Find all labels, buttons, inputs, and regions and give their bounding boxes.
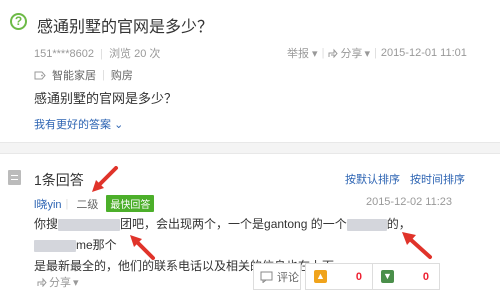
sort-default-link[interactable]: 按默认排序 (345, 171, 400, 187)
report-button[interactable]: 举报 ▾ (287, 45, 318, 61)
answer-username[interactable]: l晓yin (34, 196, 62, 212)
question-actions: 举报 ▾ | 分享 ▾ | 2015-12-01 11:01 (287, 45, 467, 61)
tag-smart-home[interactable]: 智能家居 (52, 67, 96, 83)
question-views: 浏览 20 次 (109, 48, 161, 60)
tag-row: 智能家居 | 购房 (34, 67, 133, 83)
redacted-block (58, 218, 121, 231)
answer-date: 2015-12-02 11:23 (365, 196, 452, 208)
share-button[interactable]: 分享 ▾ (328, 45, 370, 61)
downvote-button[interactable]: ▼ 0 (372, 263, 440, 290)
thumb-down-icon: ▼ (381, 270, 394, 283)
share-icon (328, 48, 339, 58)
upvote-count: 0 (355, 270, 362, 283)
tag-icon (34, 71, 46, 79)
red-arrow (402, 232, 432, 259)
chevron-down-icon: ⌄ (114, 119, 124, 131)
comment-button[interactable]: 评论 (253, 263, 301, 290)
downvote-count: 0 (422, 270, 429, 283)
sort-time-link[interactable]: 按时间排序 (410, 171, 465, 187)
user-level: 二级 (76, 198, 99, 211)
question-icon: ? (10, 13, 27, 30)
red-arrow (130, 235, 155, 260)
better-answer-link[interactable]: 我有更好的答案 ⌄ (34, 116, 123, 132)
share-icon (37, 277, 47, 287)
redacted-block (34, 239, 76, 252)
answer-user-row: l晓yin | 二级 最快回答 (34, 195, 155, 212)
upvote-button[interactable]: ▲ 0 (305, 263, 373, 290)
question-date: 2015-12-01 11:01 (380, 47, 467, 59)
question-title: 感通别墅的官网是多少？ (37, 19, 214, 36)
answer-share-button[interactable]: 分享 ▾ (37, 274, 79, 290)
fastest-answer-badge: 最快回答 (106, 195, 155, 212)
tag-house-buying[interactable]: 购房 (111, 67, 133, 83)
section-divider (0, 142, 500, 154)
question-body: 感通别墅的官网是多少？ (34, 91, 178, 106)
question-meta: 151****8602 | 浏览 20 次 (34, 48, 161, 60)
question-user[interactable]: 151****8602 (34, 48, 94, 60)
red-arrow (92, 166, 118, 192)
thumb-up-icon: ▲ (314, 270, 327, 283)
comment-icon (260, 271, 273, 283)
answer-count: 1条回答 (34, 172, 84, 188)
document-icon (8, 170, 21, 185)
redacted-block (346, 218, 387, 231)
